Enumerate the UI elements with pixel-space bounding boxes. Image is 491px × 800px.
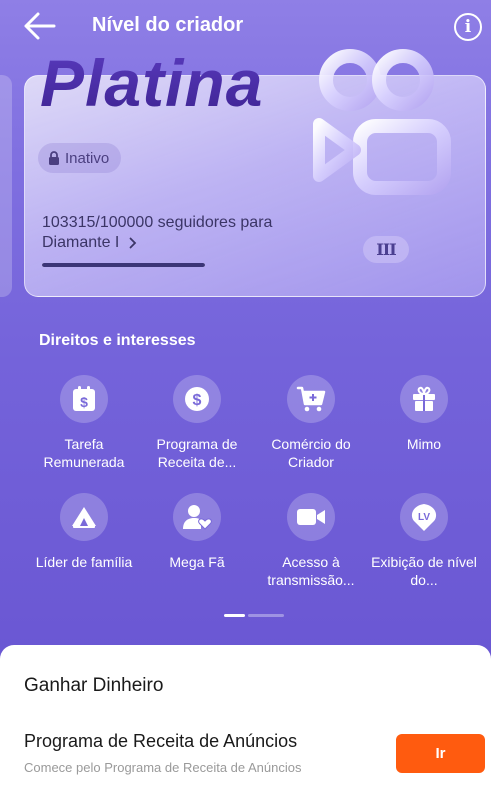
bottom-sheet: Ganhar Dinheiro Programa de Receita de A… [0, 645, 491, 800]
lock-icon [49, 151, 59, 165]
calendar-dollar-icon: $ [73, 386, 95, 411]
svg-text:$: $ [80, 394, 88, 410]
previous-level-card[interactable] [0, 75, 12, 297]
benefit-icon-wrap [400, 375, 448, 423]
benefit-label: Programa de Receita de... [156, 436, 238, 470]
level-name: Platina [40, 46, 264, 120]
progress-info[interactable]: 103315/100000 seguidores para Diamante I [42, 213, 312, 253]
shopping-cart-icon [296, 386, 326, 412]
info-icon: i [464, 17, 472, 37]
page-indicator-active [224, 614, 245, 617]
benefit-icon-wrap [173, 493, 221, 541]
benefit-icon-wrap [287, 493, 335, 541]
benefit-label: Exibição de nível do... [371, 554, 477, 588]
benefit-label: Mega Fã [169, 554, 225, 570]
benefit-mega-fan[interactable]: Mega Fã [142, 493, 252, 571]
benefit-live-access[interactable]: Acesso à transmissão... [256, 493, 366, 589]
earn-item-title: Programa de Receita de Anúncios [24, 731, 298, 751]
benefit-label: Tarefa Remunerada [43, 436, 125, 470]
lv-badge-icon: LV [411, 504, 437, 531]
video-camera-emblem-icon [313, 49, 451, 195]
family-tent-icon [72, 507, 96, 528]
page-indicator-inactive [248, 614, 284, 617]
status-label: Inativo [65, 149, 110, 167]
page-title: Nível do criador [92, 14, 244, 36]
benefit-icon-wrap: $ [60, 375, 108, 423]
hero-section: Nível do criador i Platina Inativo 10331… [0, 0, 491, 660]
benefit-label: Mimo [406, 436, 442, 452]
benefit-label: Comércio do Criador [271, 436, 351, 470]
back-button[interactable] [22, 10, 58, 42]
dollar-coin-icon: $ [185, 387, 209, 411]
benefit-label: Líder de família [35, 554, 133, 570]
page-indicator [224, 614, 284, 617]
benefit-family-leader[interactable]: Líder de família [29, 493, 139, 571]
chevron-right-icon [129, 237, 137, 249]
arrow-left-icon [24, 12, 56, 40]
video-camera-icon [297, 509, 325, 525]
benefit-icon-wrap: $ [173, 375, 221, 423]
sheet-title: Ganhar Dinheiro [24, 675, 164, 696]
go-button[interactable]: Ir [396, 734, 485, 773]
benefit-revenue-program[interactable]: $ Programa de Receita de... [142, 375, 252, 471]
benefit-creator-commerce[interactable]: Comércio do Criador [256, 375, 366, 471]
user-heart-icon [183, 505, 212, 530]
benefit-gift[interactable]: Mimo [369, 375, 479, 453]
svg-text:$: $ [193, 392, 202, 409]
progress-followers-text: 103315/100000 seguidores para [42, 214, 273, 231]
benefit-icon-wrap [60, 493, 108, 541]
progress-fill [42, 263, 205, 267]
benefit-label: Acesso à transmissão... [267, 554, 355, 588]
next-level-name: Diamante I [42, 234, 120, 251]
info-button[interactable]: i [454, 13, 482, 41]
benefit-paid-task[interactable]: $ Tarefa Remunerada [29, 375, 139, 471]
gift-icon [413, 386, 435, 411]
earn-item-subtitle: Comece pelo Programa de Receita de Anúnc… [24, 760, 302, 775]
benefit-icon-wrap [287, 375, 335, 423]
benefit-level-display[interactable]: LV Exibição de nível do... [369, 493, 479, 589]
benefits-title: Direitos e interesses [39, 332, 196, 349]
tier-badge: III [363, 236, 409, 263]
progress-bar [42, 263, 205, 267]
svg-text:LV: LV [418, 512, 430, 523]
status-badge: Inativo [38, 143, 122, 173]
benefit-icon-wrap: LV [400, 493, 448, 541]
